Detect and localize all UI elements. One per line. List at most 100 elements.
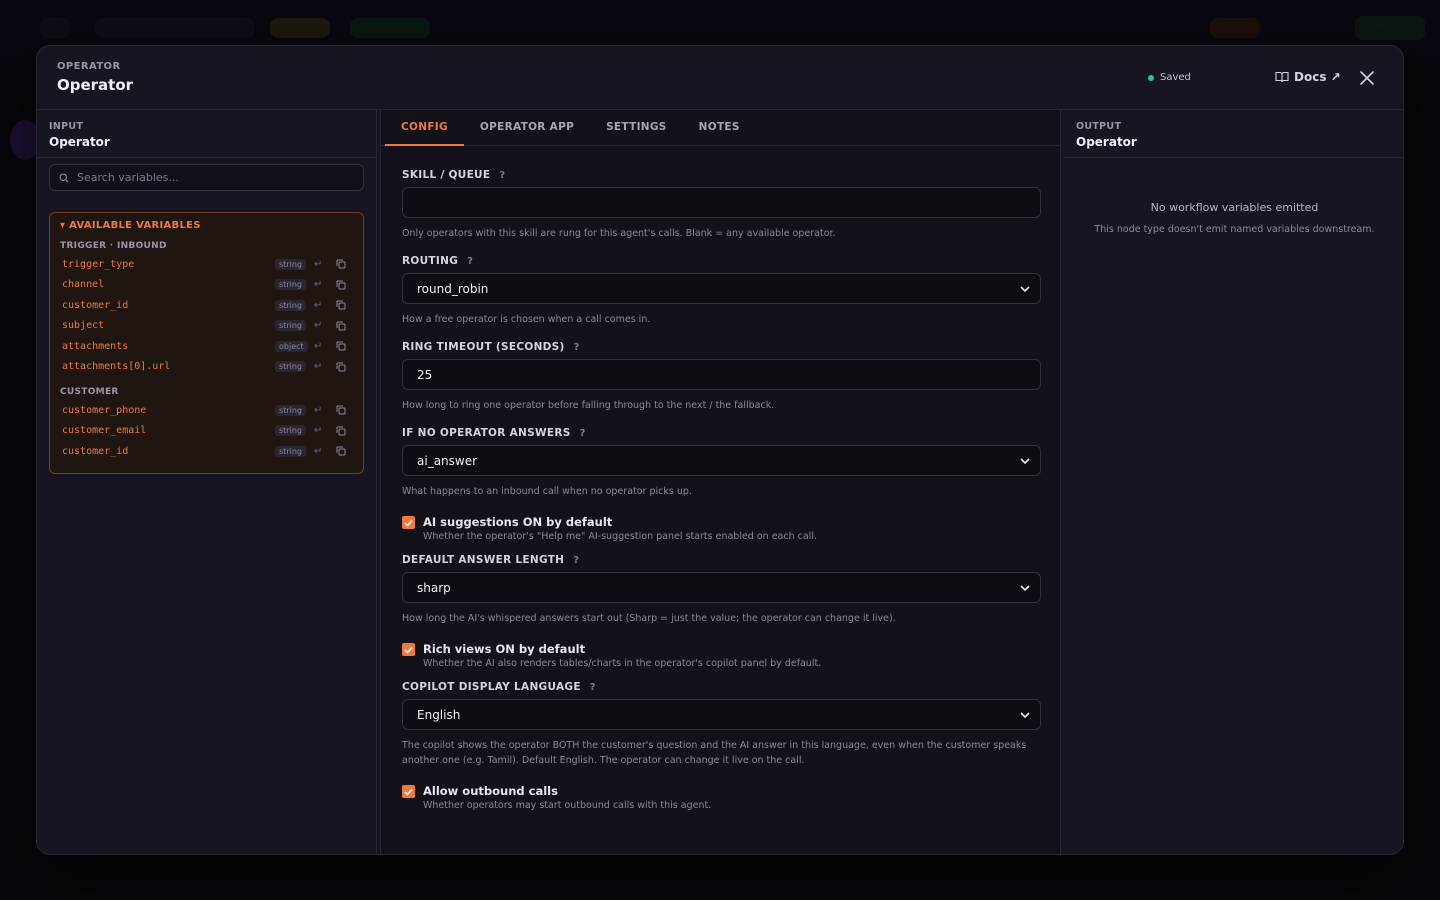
variable-row[interactable]: customer_phone string ↵	[60, 400, 353, 421]
variable-type-badge: string	[275, 445, 306, 457]
output-empty-state: No workflow variables emitted This node …	[1064, 201, 1403, 235]
help-icon[interactable]: ?	[573, 555, 579, 566]
variable-name[interactable]: customer_email	[62, 425, 146, 436]
variable-row[interactable]: subject string ↵	[60, 316, 353, 337]
skill-queue-label: SKILL / QUEUE?	[402, 169, 1039, 181]
variable-name[interactable]: attachments	[62, 341, 128, 352]
copy-icon[interactable]	[336, 259, 346, 269]
tab-operator-app[interactable]: OPERATOR APP	[464, 110, 590, 145]
status-dot-icon	[1148, 74, 1154, 81]
rich-views-label: Rich views ON by default	[423, 642, 586, 656]
docs-label: Docs ↗	[1294, 70, 1341, 84]
insert-icon[interactable]: ↵	[314, 425, 322, 436]
insert-icon[interactable]: ↵	[314, 341, 322, 352]
operator-config-modal: OPERATOR Operator Saved Docs ↗ INPUT Ope…	[36, 45, 1404, 855]
variable-name[interactable]: customer_id	[62, 300, 128, 311]
docs-link[interactable]: Docs ↗	[1275, 70, 1341, 84]
variable-name[interactable]: customer_id	[62, 446, 128, 457]
ring-timeout-label: RING TIMEOUT (SECONDS)?	[402, 341, 1039, 353]
variable-row[interactable]: customer_id string ↵	[60, 441, 353, 462]
variables-toggle[interactable]: ▾ AVAILABLE VARIABLES	[60, 220, 353, 231]
insert-icon[interactable]: ↵	[314, 279, 322, 290]
variable-name[interactable]: subject	[62, 320, 104, 331]
ring-timeout-label-text: RING TIMEOUT (SECONDS)	[402, 341, 565, 353]
variable-row[interactable]: attachments object ↵	[60, 336, 353, 357]
input-eyebrow: INPUT	[49, 121, 84, 132]
tab-config[interactable]: CONFIG	[385, 110, 464, 146]
help-icon[interactable]: ?	[580, 428, 586, 439]
variable-groups: TRIGGER · INBOUND trigger_type string ↵ chan…	[60, 241, 353, 462]
insert-icon[interactable]: ↵	[314, 361, 322, 372]
routing-hint: How a free operator is chosen when a cal…	[402, 314, 651, 325]
search-input[interactable]	[77, 171, 337, 184]
rich-views-checkbox[interactable]	[402, 643, 415, 656]
tab-settings[interactable]: SETTINGS	[590, 110, 683, 145]
variable-row[interactable]: channel string ↵	[60, 275, 353, 296]
outbound-label: Allow outbound calls	[423, 784, 558, 798]
variable-type-badge: string	[275, 258, 306, 270]
answer-length-select[interactable]: sharp	[402, 572, 1041, 603]
display-language-hint: The copilot shows the operator BOTH the …	[402, 740, 1027, 766]
ai-suggestions-label: AI suggestions ON by default	[423, 515, 613, 529]
routing-select[interactable]: round_robin	[402, 273, 1041, 304]
variable-name[interactable]: trigger_type	[62, 259, 134, 270]
variable-search[interactable]	[49, 164, 364, 191]
insert-icon[interactable]: ↵	[314, 259, 322, 270]
check-icon	[404, 788, 413, 796]
tab-bar: CONFIG OPERATOR APP SETTINGS NOTES	[381, 110, 1060, 146]
tab-notes[interactable]: NOTES	[683, 110, 756, 145]
help-icon[interactable]: ?	[467, 256, 473, 267]
variable-type-badge: object	[275, 340, 308, 352]
insert-icon[interactable]: ↵	[314, 300, 322, 311]
chevron-down-icon	[1020, 712, 1030, 719]
config-panel: CONFIG OPERATOR APP SETTINGS NOTES SKILL…	[380, 110, 1061, 854]
no-answer-select[interactable]: ai_answer	[402, 445, 1041, 476]
outbound-checkbox[interactable]	[402, 785, 415, 798]
copy-icon[interactable]	[336, 300, 346, 310]
chevron-down-icon	[1020, 286, 1030, 293]
variable-name[interactable]: attachments[0].url	[62, 361, 170, 372]
save-status: Saved	[1148, 72, 1191, 83]
copy-icon[interactable]	[336, 446, 346, 456]
variable-row[interactable]: trigger_type string ↵	[60, 254, 353, 275]
variable-name[interactable]: customer_phone	[62, 405, 146, 416]
copy-icon[interactable]	[336, 405, 346, 415]
display-language-label: COPILOT DISPLAY LANGUAGE?	[402, 681, 1039, 693]
help-icon[interactable]: ?	[574, 342, 580, 353]
insert-icon[interactable]: ↵	[314, 405, 322, 416]
ai-suggestions-checkbox[interactable]	[402, 516, 415, 529]
copy-icon[interactable]	[336, 341, 346, 351]
outbound-row: Allow outbound calls Whether operators m…	[402, 784, 1039, 811]
modal-header: OPERATOR Operator Saved Docs ↗	[37, 46, 1403, 110]
close-icon[interactable]	[1359, 70, 1375, 86]
variable-type-badge: string	[275, 279, 306, 291]
variable-type-badge: string	[275, 299, 306, 311]
skill-queue-input[interactable]	[402, 187, 1041, 218]
ring-timeout-input[interactable]	[402, 359, 1041, 390]
display-language-select[interactable]: English	[402, 699, 1041, 730]
copy-icon[interactable]	[336, 321, 346, 331]
copy-icon[interactable]	[336, 426, 346, 436]
insert-icon[interactable]: ↵	[314, 446, 322, 457]
variable-row[interactable]: customer_email string ↵	[60, 421, 353, 442]
help-icon[interactable]: ?	[499, 170, 505, 181]
no-answer-label-text: IF NO OPERATOR ANSWERS	[402, 427, 571, 439]
help-icon[interactable]: ?	[590, 682, 596, 693]
empty-title: No workflow variables emitted	[1150, 201, 1319, 214]
copy-icon[interactable]	[336, 362, 346, 372]
check-icon	[404, 519, 413, 527]
save-status-label: Saved	[1160, 72, 1191, 83]
output-panel-header: OUTPUT Operator	[1064, 110, 1403, 158]
variable-row[interactable]: customer_id string ↵	[60, 295, 353, 316]
output-panel: OUTPUT Operator No workflow variables em…	[1064, 110, 1403, 854]
empty-subtitle: This node type doesn't emit named variab…	[1094, 224, 1375, 235]
ai-suggestions-row: AI suggestions ON by default Whether the…	[402, 515, 1039, 542]
insert-icon[interactable]: ↵	[314, 320, 322, 331]
variable-row[interactable]: attachments[0].url string ↵	[60, 357, 353, 378]
check-icon	[404, 646, 413, 654]
skill-queue-hint: Only operators with this skill are rung …	[402, 228, 836, 239]
search-icon	[59, 172, 69, 182]
rich-views-row: Rich views ON by default Whether the AI …	[402, 642, 1039, 669]
copy-icon[interactable]	[336, 280, 346, 290]
variable-name[interactable]: channel	[62, 279, 104, 290]
